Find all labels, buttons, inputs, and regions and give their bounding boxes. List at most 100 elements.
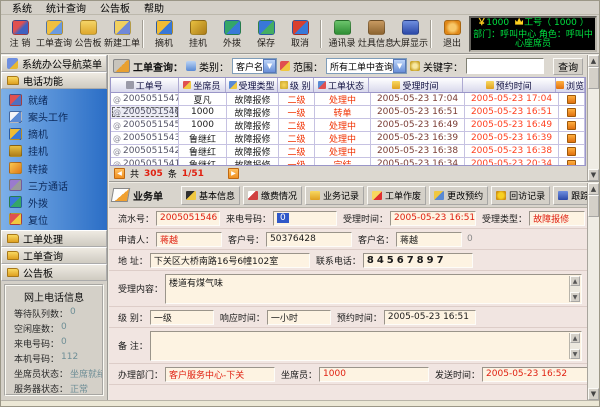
- contacts-button[interactable]: 通讯录: [325, 16, 359, 52]
- scroll-up-icon[interactable]: ▲: [588, 55, 599, 67]
- accept-type-field[interactable]: 故障报修: [529, 211, 585, 226]
- header-accept-time[interactable]: 受理时间: [369, 78, 462, 92]
- group-order-query[interactable]: 工单查询: [1, 247, 107, 264]
- applicant-field[interactable]: 蒋越: [156, 232, 222, 247]
- caller-field[interactable]: 0: [273, 211, 337, 226]
- sidebar-item-hangup[interactable]: 挂机: [1, 142, 107, 159]
- table-row[interactable]: @2005051545 1000 故障报修 二级 处理中 2005-05-23 …: [111, 119, 585, 132]
- keyword-input[interactable]: [466, 58, 544, 74]
- scroll-track[interactable]: [588, 89, 599, 169]
- header-agent[interactable]: 坐席员: [179, 78, 227, 92]
- cancel-button[interactable]: 取消: [283, 16, 317, 52]
- header-accept-type[interactable]: 受理类型: [226, 78, 278, 92]
- detail-scrollbar[interactable]: ▲ ▼: [587, 183, 599, 400]
- scroll-up-icon[interactable]: ▲: [588, 183, 599, 195]
- bulletin-button[interactable]: 公告板: [71, 16, 105, 52]
- dept-field[interactable]: 客户服务中心-下关: [165, 367, 275, 382]
- sidebar-item-outbound[interactable]: 外拨: [1, 194, 107, 211]
- scroll-up-icon[interactable]: ▲: [570, 276, 580, 286]
- save-button[interactable]: 保存: [249, 16, 283, 52]
- cell-browse[interactable]: [559, 93, 585, 105]
- tab-change-appointment[interactable]: 更改预约: [429, 186, 488, 205]
- hangup-button[interactable]: 挂机: [181, 16, 215, 52]
- exit-button[interactable]: 退出: [435, 16, 469, 52]
- scroll-down-icon[interactable]: ▼: [588, 169, 599, 181]
- prev-page-button[interactable]: ◀: [114, 168, 125, 179]
- header-status[interactable]: 工单状态: [314, 78, 370, 92]
- cell-browse[interactable]: [559, 106, 585, 118]
- scroll-down-icon[interactable]: ▼: [570, 292, 580, 302]
- group-order-processing[interactable]: 工单处理: [1, 230, 107, 247]
- response-field[interactable]: 一小时: [267, 310, 331, 325]
- sidebar-item-transfer[interactable]: 转接: [1, 160, 107, 177]
- sidebar-item-desk-work[interactable]: 案头工作: [1, 108, 107, 125]
- cell-browse[interactable]: [559, 145, 585, 157]
- scroll-track[interactable]: [588, 217, 599, 388]
- scroll-down-icon[interactable]: ▼: [570, 349, 580, 359]
- table-row[interactable]: @2005051543 鲁继红 故障报修 二级 处理中 2005-05-23 1…: [111, 132, 585, 145]
- header-browse[interactable]: 浏览: [556, 78, 585, 92]
- accept-time-field[interactable]: 2005-05-23 16:51: [390, 211, 476, 226]
- scroll-up-icon[interactable]: ▲: [570, 333, 580, 343]
- tab-track-records[interactable]: 跟踪记录: [553, 186, 587, 205]
- menu-stats-query[interactable]: 统计查询: [39, 0, 93, 15]
- sidebar-item-reset[interactable]: 复位: [1, 211, 107, 228]
- remark-textarea[interactable]: ▲▼: [150, 331, 582, 361]
- phone-field[interactable]: 84567897: [363, 253, 473, 268]
- logout-button[interactable]: 注 销: [3, 16, 37, 52]
- send-time-field[interactable]: 2005-05-23 16:52: [482, 367, 587, 382]
- textarea-scrollbar[interactable]: ▲▼: [569, 276, 580, 302]
- menu-system[interactable]: 系统: [5, 0, 39, 15]
- table-row[interactable]: @2005051547 夏凡 故障报修 二级 处理中 2005-05-23 17…: [111, 93, 585, 106]
- scope-dropdown[interactable]: 所有工单中查询▼: [326, 58, 407, 74]
- next-page-button[interactable]: ▶: [228, 168, 239, 179]
- level-field[interactable]: 一级: [150, 310, 214, 325]
- appoint-field[interactable]: 2005-05-23 16:51: [384, 310, 476, 325]
- scroll-down-icon[interactable]: ▼: [588, 388, 599, 400]
- big-screen-button[interactable]: 大屏显示: [393, 16, 427, 52]
- cell-browse[interactable]: [559, 119, 585, 131]
- cell-browse[interactable]: [559, 132, 585, 144]
- header-appoint-time[interactable]: 预约时间: [463, 78, 556, 92]
- business-form-label: 业务单: [112, 188, 178, 203]
- scroll-thumb[interactable]: [588, 67, 599, 89]
- tab-payment-info[interactable]: 缴费情况: [243, 186, 302, 205]
- table-row[interactable]: @2005051541 鲁继红 故障报修 一级 完结 2005-05-23 16…: [111, 158, 585, 166]
- search-button[interactable]: 查询: [553, 58, 583, 75]
- new-order-button[interactable]: 新建工单: [105, 16, 139, 52]
- category-dropdown[interactable]: 客户名▼: [232, 58, 277, 74]
- pencil-icon: [318, 81, 326, 89]
- tab-void-order[interactable]: 工单作废: [367, 186, 426, 205]
- customer-name-field[interactable]: 蒋越: [396, 232, 462, 247]
- chevron-down-icon[interactable]: ▼: [263, 59, 276, 73]
- tab-basic-info[interactable]: 基本信息: [181, 186, 240, 205]
- agent-field[interactable]: 1000: [319, 367, 429, 382]
- textarea-scrollbar[interactable]: ▲▼: [569, 333, 580, 359]
- menu-help[interactable]: 帮助: [137, 0, 171, 15]
- list-scrollbar[interactable]: ▲ ▼: [587, 55, 599, 181]
- sidebar-item-ready[interactable]: 就绪: [1, 91, 107, 108]
- sidebar-item-pickup[interactable]: 摘机: [1, 125, 107, 142]
- agent-status-line1: ￥1000工号（ 1000 ）: [471, 18, 595, 29]
- address-field[interactable]: 下关区大桥南路16号6幢102室: [150, 253, 310, 268]
- cell-browse[interactable]: [559, 158, 585, 166]
- group-bulletin[interactable]: 公告板: [1, 264, 107, 281]
- scroll-thumb[interactable]: [588, 195, 599, 217]
- header-order-id[interactable]: 工单号: [111, 78, 179, 92]
- dial-out-button[interactable]: 外拨: [215, 16, 249, 52]
- tab-business-records[interactable]: 业务记录: [305, 186, 364, 205]
- customer-no-field[interactable]: 50376428: [266, 232, 352, 247]
- menu-bulletin[interactable]: 公告板: [93, 0, 137, 15]
- group-phone-functions[interactable]: 电话功能: [1, 72, 107, 89]
- tab-visit-records[interactable]: 回访记录: [491, 186, 550, 205]
- serial-field[interactable]: 2005051546: [156, 211, 220, 226]
- table-row[interactable]: @2005051542 鲁继红 故障报修 二级 处理中 2005-05-23 1…: [111, 145, 585, 158]
- header-level[interactable]: 级 别: [278, 78, 314, 92]
- order-search-button[interactable]: 工单查询: [37, 16, 71, 52]
- pickup-button[interactable]: 摘机: [147, 16, 181, 52]
- table-row-selected[interactable]: @2005051546 1000 故障报修 一级 转单 2005-05-23 1…: [111, 106, 585, 119]
- sidebar-item-conference[interactable]: 三方通话: [1, 177, 107, 194]
- content-textarea[interactable]: 楼道有煤气味 ▲▼: [165, 274, 582, 304]
- stove-info-button[interactable]: 灶具信息: [359, 16, 393, 52]
- chevron-down-icon[interactable]: ▼: [393, 59, 406, 73]
